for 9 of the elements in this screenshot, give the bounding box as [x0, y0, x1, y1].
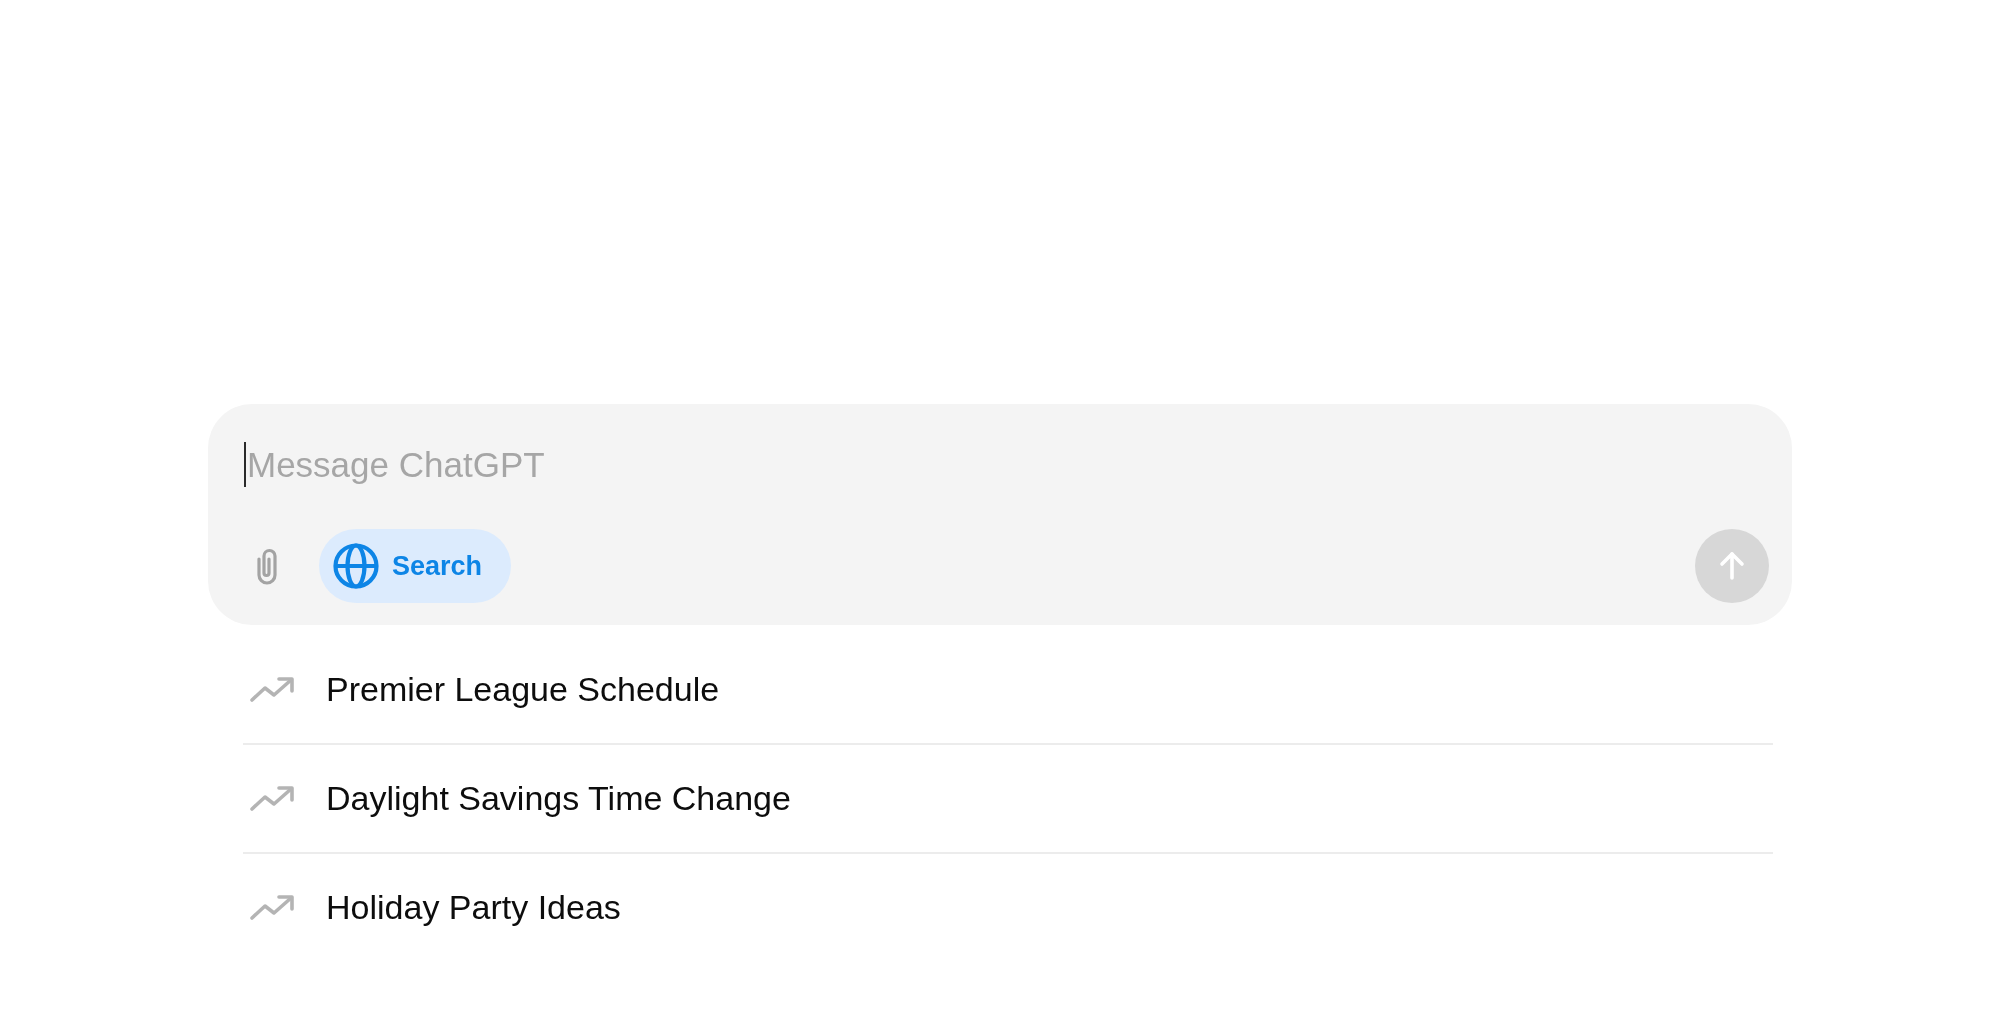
suggestion-item[interactable]: Daylight Savings Time Change: [243, 745, 1773, 854]
trending-up-icon: [249, 894, 295, 921]
arrow-up-icon: [1719, 551, 1745, 581]
trending-up-icon: [249, 676, 295, 703]
suggestion-item[interactable]: Holiday Party Ideas: [243, 854, 1773, 963]
trending-up-icon: [249, 785, 295, 812]
globe-icon: [333, 543, 379, 589]
message-input[interactable]: Message ChatGPT: [246, 442, 1769, 487]
suggestion-item[interactable]: Premier League Schedule: [243, 636, 1773, 745]
